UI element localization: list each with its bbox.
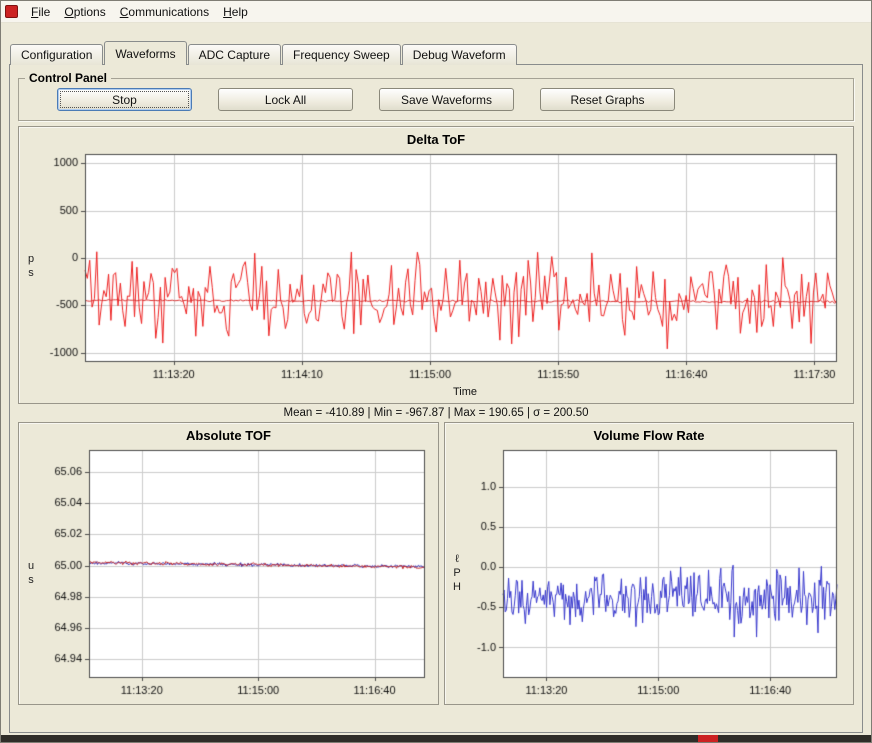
lock-all-button[interactable]: Lock All — [218, 88, 353, 111]
delta-stats: Mean = -410.89 | Min = -967.87 | Max = 1… — [283, 407, 589, 419]
control-panel-title: Control Panel — [29, 71, 108, 85]
tab-configuration[interactable]: Configuration — [10, 44, 104, 65]
volume-flow-ylabel: ℓPH — [451, 553, 463, 595]
waveforms-tab-content: Control Panel Stop Lock All Save Wavefor… — [9, 64, 863, 733]
menu-help[interactable]: Help — [216, 2, 255, 22]
menu-communications[interactable]: Communications — [113, 2, 216, 22]
menu-options[interactable]: Options — [57, 2, 112, 22]
save-waveforms-button[interactable]: Save Waveforms — [379, 88, 514, 111]
control-panel-buttons: Stop Lock All Save Waveforms Reset Graph… — [19, 88, 853, 111]
reset-graphs-button[interactable]: Reset Graphs — [540, 88, 675, 111]
tab-frequency-sweep[interactable]: Frequency Sweep — [282, 44, 401, 65]
delta-tof-chart-canvas — [37, 148, 847, 386]
bottom-charts-row: Absolute TOF us Volume Flow Rate ℓPH — [18, 422, 854, 705]
delta-tof-body: ps — [19, 148, 853, 386]
absolute-tof-body: us — [19, 444, 438, 704]
absolute-tof-title: Absolute TOF — [186, 428, 271, 443]
app-icon — [5, 5, 18, 18]
menu-file[interactable]: File — [24, 2, 57, 22]
app-window: File Options Communications Help Configu… — [0, 0, 872, 743]
control-panel-group: Control Panel Stop Lock All Save Wavefor… — [18, 71, 854, 121]
tab-adc-capture[interactable]: ADC Capture — [187, 44, 281, 65]
tab-debug-waveform[interactable]: Debug Waveform — [401, 44, 517, 65]
absolute-tof-ylabel: us — [25, 560, 37, 588]
taskbar-strip — [1, 735, 871, 742]
delta-tof-ylabel: ps — [25, 253, 37, 281]
volume-flow-title: Volume Flow Rate — [593, 428, 705, 443]
absolute-tof-chart-canvas — [37, 444, 433, 704]
delta-tof-xlabel: Time — [452, 386, 478, 398]
stop-button[interactable]: Stop — [57, 88, 192, 111]
volume-flow-chart-canvas — [463, 444, 849, 704]
absolute-tof-panel: Absolute TOF us — [18, 422, 439, 705]
delta-tof-title: Delta ToF — [406, 132, 466, 147]
delta-tof-panel: Delta ToF ps Time — [18, 126, 854, 404]
taskbar-red-indicator — [698, 735, 718, 742]
volume-flow-body: ℓPH — [445, 444, 853, 704]
tab-waveforms[interactable]: Waveforms — [104, 41, 187, 65]
tab-strip: Configuration Waveforms ADC Capture Freq… — [10, 41, 517, 65]
menu-bar: File Options Communications Help — [1, 1, 871, 23]
volume-flow-panel: Volume Flow Rate ℓPH — [444, 422, 854, 705]
